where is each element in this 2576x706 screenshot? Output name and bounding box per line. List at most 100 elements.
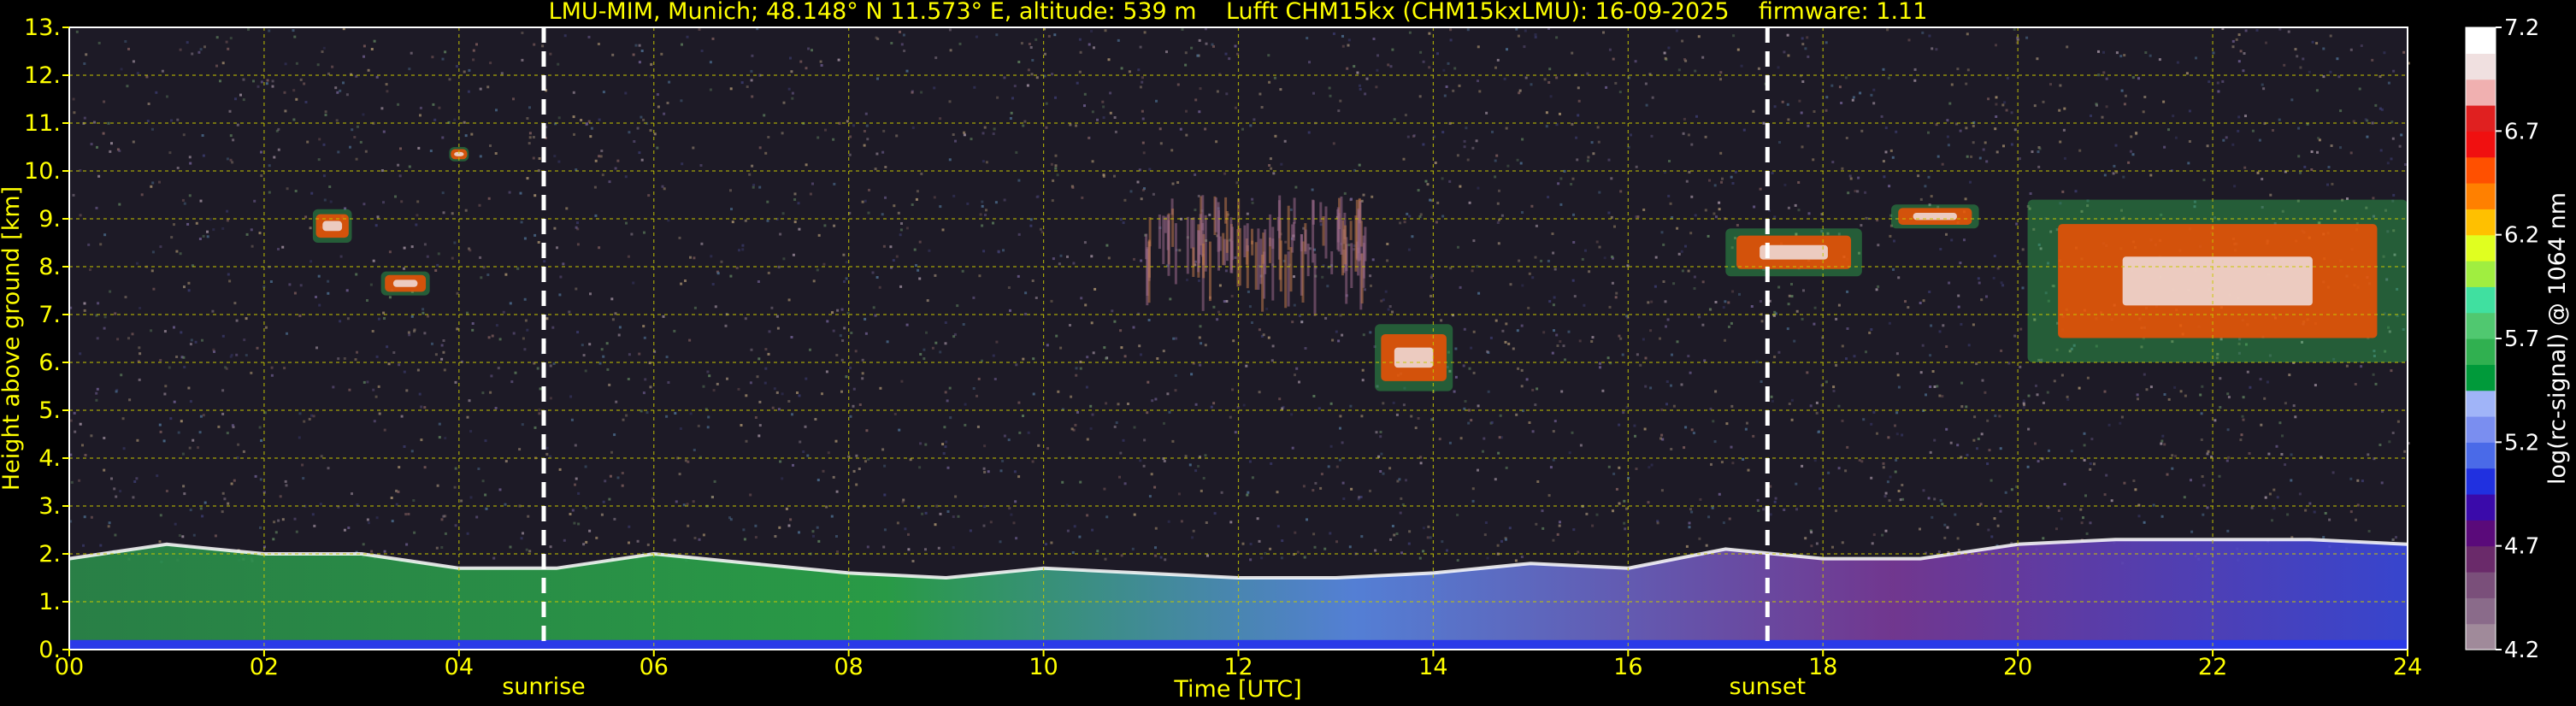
noise-speck [948, 386, 952, 390]
noise-speck [1260, 556, 1264, 560]
noise-speck [2060, 374, 2064, 377]
noise-speck [1408, 31, 1412, 34]
noise-speck [1013, 470, 1017, 474]
noise-speck [918, 240, 922, 244]
noise-speck [2242, 69, 2245, 73]
noise-speck [1471, 146, 1475, 150]
noise-speck [1950, 83, 1954, 86]
noise-speck [2392, 69, 2396, 73]
noise-speck [1341, 34, 1344, 38]
noise-speck [500, 72, 504, 75]
noise-speck [1714, 301, 1718, 303]
noise-speck [867, 211, 870, 215]
noise-speck [1893, 239, 1895, 243]
noise-speck [1370, 284, 1372, 287]
noise-speck [2131, 153, 2135, 156]
noise-speck [1103, 346, 1106, 350]
noise-speck [1825, 96, 1829, 99]
noise-speck [468, 68, 471, 72]
noise-speck [1886, 480, 1889, 484]
noise-speck [1603, 256, 1606, 260]
noise-speck [1197, 465, 1200, 468]
noise-speck [563, 538, 566, 542]
noise-speck [294, 190, 298, 192]
noise-speck [293, 517, 297, 521]
virga-streak [1279, 240, 1282, 292]
noise-speck [933, 86, 936, 90]
noise-speck [408, 165, 411, 168]
noise-speck [1685, 544, 1689, 548]
noise-speck [1382, 298, 1385, 302]
noise-speck [1672, 404, 1676, 408]
noise-speck [792, 463, 794, 467]
noise-speck [1595, 513, 1599, 516]
noise-speck [1335, 465, 1339, 468]
noise-speck [872, 306, 875, 309]
noise-speck [2354, 383, 2357, 385]
noise-speck [2383, 51, 2386, 55]
noise-speck [233, 302, 237, 305]
noise-speck [750, 69, 753, 73]
noise-speck [1152, 192, 1155, 196]
noise-speck [1320, 473, 1323, 476]
noise-speck [1505, 466, 1508, 469]
noise-speck [1120, 67, 1123, 70]
noise-speck [1635, 165, 1638, 168]
noise-speck [231, 424, 234, 427]
noise-speck [640, 50, 644, 52]
x-tick-label: 24 [2393, 654, 2422, 680]
noise-speck [370, 550, 374, 553]
noise-speck [2218, 474, 2221, 478]
noise-speck [920, 172, 923, 175]
noise-speck [757, 357, 761, 361]
noise-speck [1294, 374, 1296, 377]
noise-speck [1947, 144, 1950, 147]
noise-speck [2237, 115, 2241, 119]
noise-speck [1247, 290, 1250, 293]
noise-speck [1595, 240, 1599, 244]
noise-speck [649, 385, 652, 389]
noise-speck [1427, 525, 1430, 528]
noise-speck [1186, 279, 1188, 281]
noise-speck [1362, 193, 1365, 197]
noise-speck [1553, 296, 1556, 299]
noise-speck [698, 28, 701, 31]
noise-speck [1350, 197, 1353, 201]
noise-speck [883, 493, 887, 497]
noise-speck [809, 348, 811, 351]
noise-speck [523, 348, 527, 351]
noise-speck [2136, 393, 2139, 397]
noise-speck [512, 97, 515, 101]
noise-speck [1824, 41, 1828, 44]
noise-speck [900, 379, 904, 383]
noise-speck [386, 345, 389, 349]
noise-speck [796, 391, 799, 394]
noise-speck [1212, 305, 1216, 309]
noise-speck [2262, 87, 2266, 91]
ceilometer-chart: sunrise sunset 00 02 04 06 08 10 12 14 16 18 20 22 24… [0, 0, 2576, 706]
noise-speck [83, 116, 86, 120]
noise-speck [2207, 450, 2210, 453]
noise-speck [510, 380, 514, 384]
noise-speck [1050, 299, 1053, 303]
noise-speck [2124, 94, 2127, 97]
noise-speck [1332, 142, 1335, 145]
noise-speck [1329, 532, 1332, 535]
noise-speck [1948, 281, 1951, 285]
noise-speck [1724, 338, 1726, 342]
noise-speck [1859, 91, 1862, 95]
noise-speck [1551, 351, 1554, 355]
noise-speck [489, 144, 492, 147]
noise-speck [1428, 66, 1431, 69]
virga-streak [1202, 244, 1205, 266]
noise-speck [702, 385, 705, 388]
noise-speck [864, 460, 867, 463]
noise-speck [2400, 133, 2403, 137]
noise-speck [1012, 521, 1016, 525]
noise-speck [1689, 508, 1692, 511]
noise-speck [322, 174, 326, 178]
noise-speck [1895, 352, 1899, 356]
noise-speck [504, 273, 508, 276]
noise-speck [217, 425, 221, 428]
virga-streak [1209, 241, 1211, 302]
